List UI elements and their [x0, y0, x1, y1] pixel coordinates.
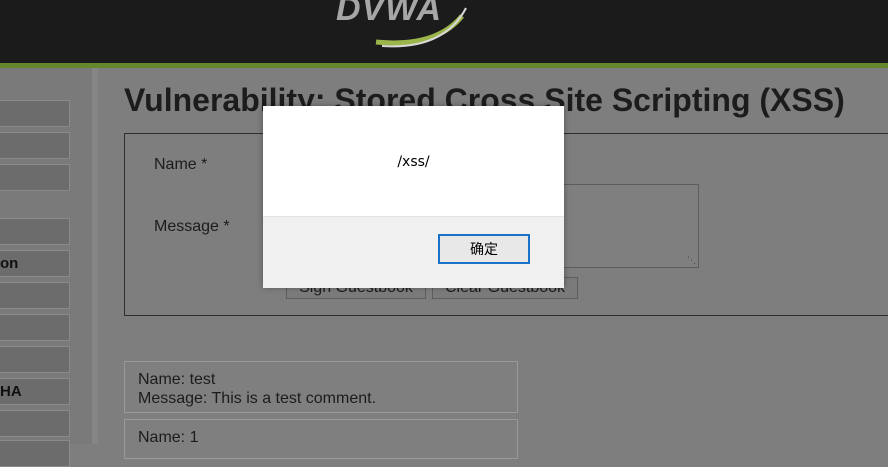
sidebar-item[interactable]: on — [0, 250, 70, 277]
sidebar-item[interactable] — [0, 100, 70, 127]
alert-message: /xss/ — [397, 154, 430, 170]
sidebar-item[interactable] — [0, 164, 70, 191]
entry-name: Name: test — [138, 371, 216, 388]
alert-ok-button[interactable]: 确定 — [438, 234, 530, 264]
entry-message: Message: This is a test comment. — [138, 390, 377, 407]
sidebar-item[interactable] — [0, 346, 70, 373]
resize-grip-icon[interactable]: ⋱ — [686, 255, 696, 265]
sidebar-item[interactable] — [0, 218, 70, 245]
sidebar-item[interactable]: HA — [0, 378, 70, 405]
guestbook-entry: Name: 1 — [124, 419, 518, 459]
message-label: Message * — [154, 218, 230, 235]
sidebar-item[interactable] — [0, 440, 70, 467]
guestbook-entry: Name: test Message: This is a test comme… — [124, 361, 518, 413]
name-label: Name * — [154, 156, 208, 173]
header-bar: DVWA — [0, 0, 888, 63]
sidebar-item[interactable] — [0, 132, 70, 159]
sidebar-item[interactable] — [0, 282, 70, 309]
sidebar-item[interactable] — [0, 314, 70, 341]
dvwa-logo[interactable]: DVWA — [336, 0, 472, 48]
logo-swoosh-icon — [375, 7, 467, 48]
entry-name: Name: 1 — [138, 429, 199, 446]
alert-footer: 确定 — [263, 216, 564, 288]
sidebar-item[interactable] — [0, 410, 70, 437]
alert-dialog: /xss/ 确定 — [263, 106, 564, 288]
